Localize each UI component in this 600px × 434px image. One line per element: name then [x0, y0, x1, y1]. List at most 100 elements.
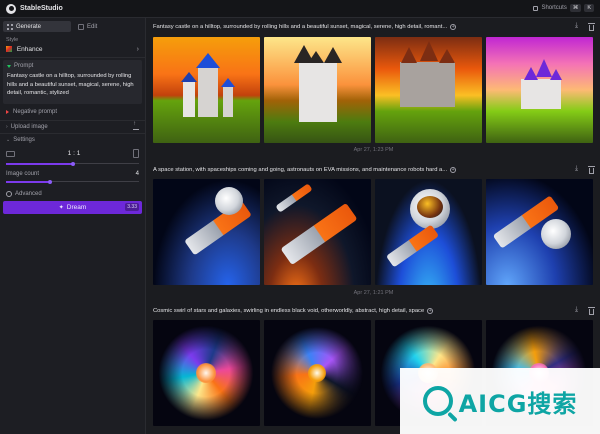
upload-icon[interactable] — [133, 121, 139, 130]
image-row — [153, 179, 593, 285]
castle-roof — [221, 78, 235, 87]
generated-image[interactable] — [264, 37, 371, 143]
castle-roof — [420, 41, 438, 61]
prompt-triangle-icon — [7, 64, 11, 68]
group-prompt-text: Cosmic swirl of stars and galaxies, swir… — [153, 308, 425, 314]
generated-image[interactable] — [153, 37, 260, 143]
group-header: Cosmic swirl of stars and galaxies, swir… — [153, 305, 595, 317]
generated-image[interactable] — [264, 320, 371, 426]
date-separator: Apr 27, 1:23 PM — [353, 147, 394, 153]
divider — [0, 57, 145, 58]
group-header: A space station, with spaceships coming … — [153, 164, 595, 176]
robot — [541, 219, 571, 249]
add-circle-icon[interactable]: + — [450, 167, 457, 173]
chevron-right-icon: › — [136, 45, 139, 53]
group-prompt[interactable]: Cosmic swirl of stars and galaxies, swir… — [153, 308, 434, 314]
add-circle-icon[interactable]: + — [450, 24, 457, 30]
tab-edit[interactable]: Edit — [74, 21, 142, 32]
caret-right-icon: › — [6, 123, 8, 130]
generated-image[interactable] — [153, 320, 260, 426]
add-circle-icon[interactable]: + — [427, 308, 434, 314]
advanced-icon — [6, 190, 12, 197]
castle-roof — [401, 47, 417, 63]
aspect-ratio-slider[interactable] — [6, 161, 139, 166]
sidebar: Generate Edit Style Enhance › Prompt Fan… — [0, 18, 146, 434]
trash-icon[interactable] — [588, 22, 595, 31]
advanced-toggle[interactable]: Advanced — [0, 187, 145, 201]
castle-roof — [308, 51, 324, 63]
spaceship — [385, 224, 440, 268]
settings-label: Settings — [13, 136, 35, 143]
castle-roof — [550, 69, 562, 80]
aspect-ratio-value: 1 : 1 — [67, 150, 81, 157]
prompt-input[interactable]: Fantasy castle on a hilltop, surrounded … — [7, 72, 138, 98]
aspect-slider-fill — [6, 162, 73, 165]
generated-image[interactable] — [486, 179, 593, 285]
app-brand: StableStudio — [20, 5, 63, 12]
trash-icon[interactable] — [588, 306, 595, 315]
generated-image[interactable] — [264, 179, 371, 285]
landscape-icon[interactable] — [6, 150, 15, 157]
upload-image-left: › Upload image — [6, 124, 48, 130]
top-bar: StableStudio Shortcuts ⌘ K — [0, 0, 600, 18]
download-icon[interactable] — [575, 22, 582, 31]
negative-prompt-label: Negative prompt — [13, 108, 58, 115]
dream-button[interactable]: ✦ Dream 3.33 — [3, 200, 142, 214]
image-count-slider[interactable] — [6, 179, 139, 184]
portrait-icon[interactable] — [133, 149, 139, 158]
image-row — [153, 37, 593, 143]
castle-roof — [196, 53, 220, 68]
watermark: AICG搜索 — [400, 368, 600, 434]
image-count-slider-fill — [6, 180, 50, 183]
style-thumbnail-icon — [6, 45, 12, 52]
download-icon[interactable] — [575, 306, 582, 315]
download-icon[interactable] — [575, 165, 582, 174]
dream-cost-badge: 3.33 — [125, 203, 139, 211]
generated-image[interactable] — [375, 179, 482, 285]
group-actions — [575, 165, 595, 174]
group-prompt[interactable]: Fantasy castle on a hilltop, surrounded … — [153, 24, 457, 30]
settings-row[interactable]: ⌄ Settings — [0, 132, 145, 146]
prompt-panel[interactable]: Prompt Fantasy castle on a hilltop, surr… — [3, 60, 142, 104]
edit-icon — [78, 23, 84, 30]
generated-image[interactable] — [486, 37, 593, 143]
group-header: Fantasy castle on a hilltop, surrounded … — [153, 21, 595, 33]
group-actions — [575, 306, 595, 315]
upload-image-row[interactable]: › Upload image — [0, 119, 145, 133]
mode-tabs: Generate Edit — [0, 18, 145, 35]
dream-label: Dream — [66, 203, 87, 211]
tab-generate[interactable]: Generate — [3, 21, 71, 32]
shortcuts-button[interactable]: Shortcuts ⌘ K — [533, 4, 594, 12]
advanced-label: Advanced — [15, 190, 42, 197]
generated-image[interactable] — [153, 179, 260, 285]
trash-icon[interactable] — [588, 165, 595, 174]
shortcuts-label: Shortcuts — [541, 5, 567, 11]
group-prompt-text: A space station, with spaceships coming … — [153, 167, 448, 173]
style-selector[interactable]: Enhance › — [0, 43, 145, 55]
castle-keep — [198, 67, 218, 117]
tab-edit-label: Edit — [87, 23, 98, 30]
castle-keep — [400, 62, 455, 107]
astronaut — [215, 187, 243, 215]
castle-roof — [439, 49, 455, 63]
logo-icon — [6, 3, 16, 14]
caret-down-icon: ⌄ — [6, 136, 11, 143]
negative-prompt-toggle[interactable]: Negative prompt — [0, 106, 145, 118]
group-prompt[interactable]: A space station, with spaceships coming … — [153, 167, 457, 173]
grid-icon — [7, 23, 13, 30]
generated-image[interactable] — [375, 37, 482, 143]
style-value-wrap: Enhance — [6, 46, 42, 53]
settings-left: ⌄ Settings — [6, 137, 35, 143]
tab-generate-label: Generate — [16, 23, 42, 30]
prompt-header: Prompt — [7, 63, 138, 69]
astronaut-visor — [417, 196, 443, 218]
watermark-text: AICG搜索 — [458, 389, 578, 418]
image-count-slider-handle[interactable] — [47, 179, 52, 184]
sparkle-icon: ✦ — [58, 204, 64, 211]
search-icon — [422, 386, 453, 416]
castle-tower — [223, 87, 233, 117]
aspect-slider-handle[interactable] — [70, 161, 75, 166]
spaceship — [275, 183, 313, 213]
aspect-ratio-row: 1 : 1 — [0, 146, 145, 162]
castle-roof — [324, 47, 342, 63]
